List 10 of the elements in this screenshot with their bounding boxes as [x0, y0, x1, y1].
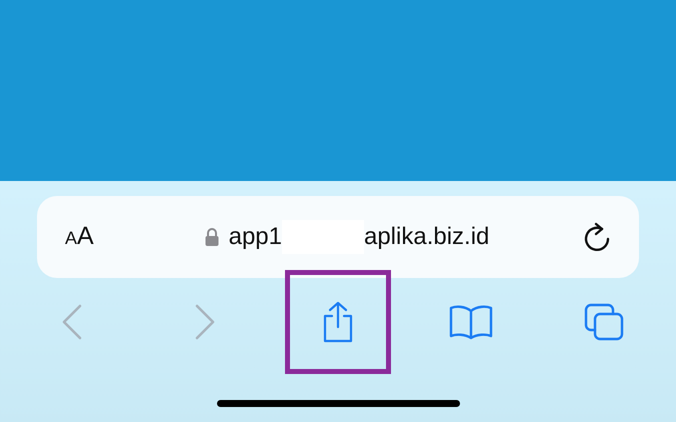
share-button[interactable]	[284, 270, 391, 374]
book-icon	[448, 304, 494, 340]
forward-chevron-icon	[193, 303, 218, 341]
text-size-button[interactable]: AA	[65, 218, 125, 256]
tabs-icon	[582, 302, 625, 342]
back-chevron-icon	[60, 303, 84, 341]
url-text: aplika.biz.id	[364, 222, 490, 252]
address-bar[interactable]: AA app1 aplika.biz.id	[37, 196, 639, 278]
url-text: app1	[228, 222, 282, 252]
reload-icon[interactable]	[583, 221, 611, 253]
